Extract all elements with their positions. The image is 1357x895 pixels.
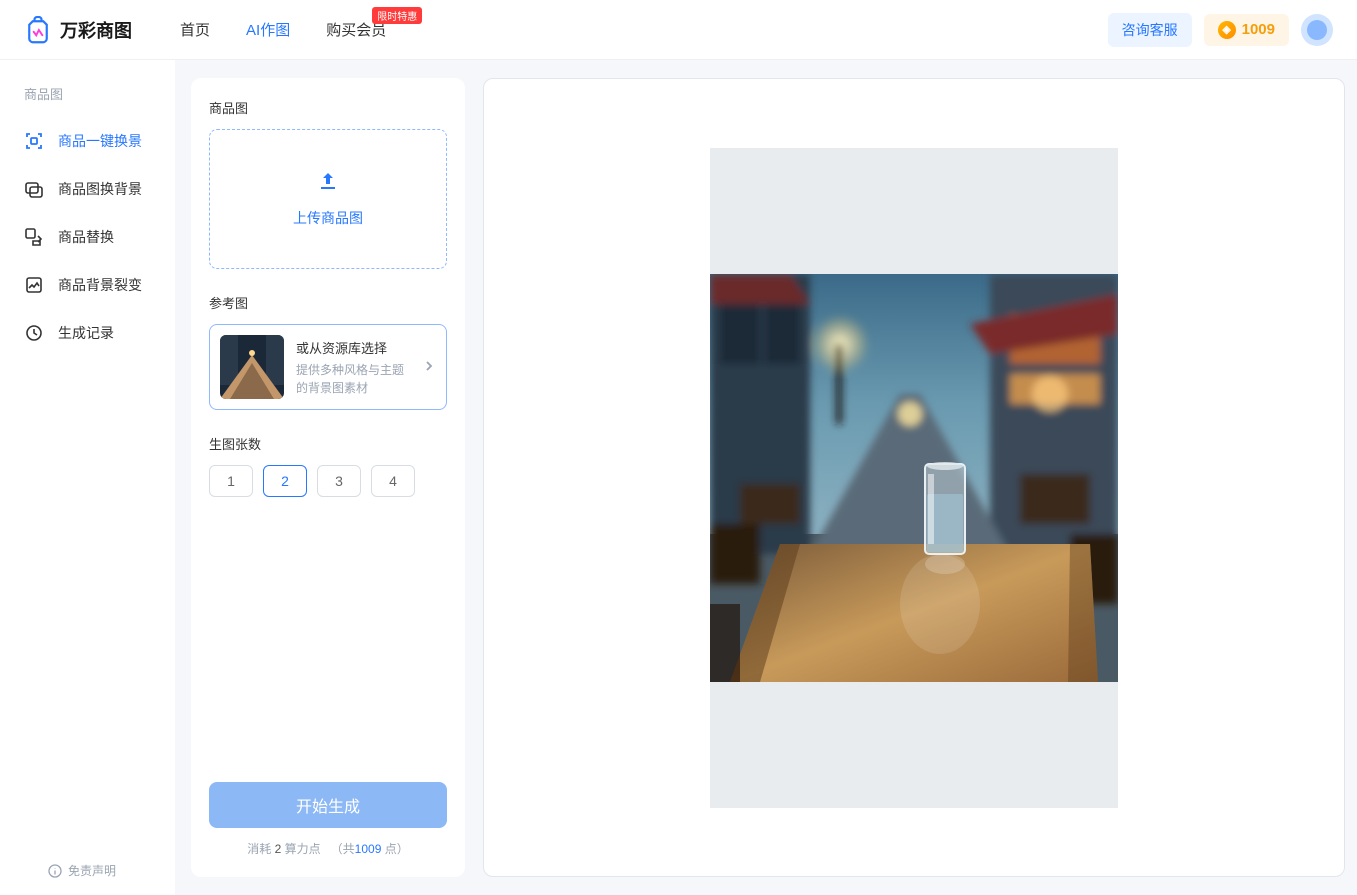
count-option-4[interactable]: 4: [371, 465, 415, 497]
promo-badge: 限时特惠: [372, 7, 422, 24]
header-right: 咨询客服 ◈ 1009: [1108, 13, 1333, 47]
sidebar-item-label: 商品背景裂变: [58, 275, 142, 295]
cost-info: 消耗 2 算力点 （共1009 点）: [209, 840, 447, 857]
nav-home[interactable]: 首页: [180, 19, 210, 40]
count-option-1[interactable]: 1: [209, 465, 253, 497]
coin-balance-button[interactable]: ◈ 1009: [1204, 14, 1289, 46]
sidebar-item-history[interactable]: 生成记录: [0, 309, 175, 357]
reference-thumbnail: [220, 335, 284, 399]
info-icon: [48, 864, 62, 878]
preview-area: [483, 78, 1345, 877]
disclaimer-text: 免责声明: [68, 862, 116, 879]
sidebar-group-title: 商品图: [0, 78, 175, 117]
logo-icon: [24, 16, 52, 44]
upload-dropzone[interactable]: 上传商品图: [209, 129, 447, 269]
upload-section-label: 商品图: [209, 98, 447, 117]
nav-buy[interactable]: 购买会员 限时特惠: [326, 19, 386, 40]
sidebar-item-replace[interactable]: 商品替换: [0, 213, 175, 261]
coin-icon: ◈: [1218, 21, 1236, 39]
sidebar-item-label: 商品一键换景: [58, 131, 142, 151]
reference-library-button[interactable]: 或从资源库选择 提供多种风格与主题的背景图素材: [209, 324, 447, 410]
sidebar: 商品图 商品一键换景 商品图换背景 商品替换 商品背景裂变: [0, 60, 175, 895]
brand-text: 万彩商图: [60, 17, 132, 43]
coin-count: 1009: [1242, 21, 1275, 38]
count-selector: 1 2 3 4: [209, 465, 447, 497]
upload-text: 上传商品图: [293, 208, 363, 228]
sidebar-item-label: 商品图换背景: [58, 179, 142, 199]
image-swap-icon: [24, 179, 44, 199]
customer-service-button[interactable]: 咨询客服: [1108, 13, 1192, 47]
count-option-3[interactable]: 3: [317, 465, 361, 497]
count-option-2[interactable]: 2: [263, 465, 307, 497]
control-panel: 商品图 上传商品图 参考图: [191, 78, 465, 877]
preview-canvas: [710, 148, 1118, 808]
chevron-right-icon: [422, 359, 436, 376]
sidebar-item-label: 商品替换: [58, 227, 114, 247]
replace-icon: [24, 227, 44, 247]
clock-icon: [24, 323, 44, 343]
reference-title: 或从资源库选择: [296, 338, 410, 357]
header: 万彩商图 首页 AI作图 购买会员 限时特惠 咨询客服 ◈ 1009: [0, 0, 1357, 60]
nav-ai[interactable]: AI作图: [246, 19, 290, 40]
generate-button[interactable]: 开始生成: [209, 782, 447, 828]
nav-buy-label: 购买会员: [326, 22, 386, 39]
nav: 首页 AI作图 购买会员 限时特惠: [180, 19, 386, 40]
grid-icon: [24, 275, 44, 295]
sidebar-item-bg-fission[interactable]: 商品背景裂变: [0, 261, 175, 309]
preview-image: [710, 274, 1118, 682]
count-section-label: 生图张数: [209, 434, 447, 453]
upload-icon: [317, 170, 339, 198]
scan-icon: [24, 131, 44, 151]
sidebar-item-one-click-bg[interactable]: 商品一键换景: [0, 117, 175, 165]
reference-section-label: 参考图: [209, 293, 447, 312]
disclaimer-link[interactable]: 免责声明: [48, 862, 116, 879]
avatar[interactable]: [1301, 14, 1333, 46]
reference-desc: 提供多种风格与主题的背景图素材: [296, 361, 410, 397]
sidebar-item-label: 生成记录: [58, 323, 114, 343]
brand-logo[interactable]: 万彩商图: [24, 16, 132, 44]
sidebar-item-change-bg[interactable]: 商品图换背景: [0, 165, 175, 213]
